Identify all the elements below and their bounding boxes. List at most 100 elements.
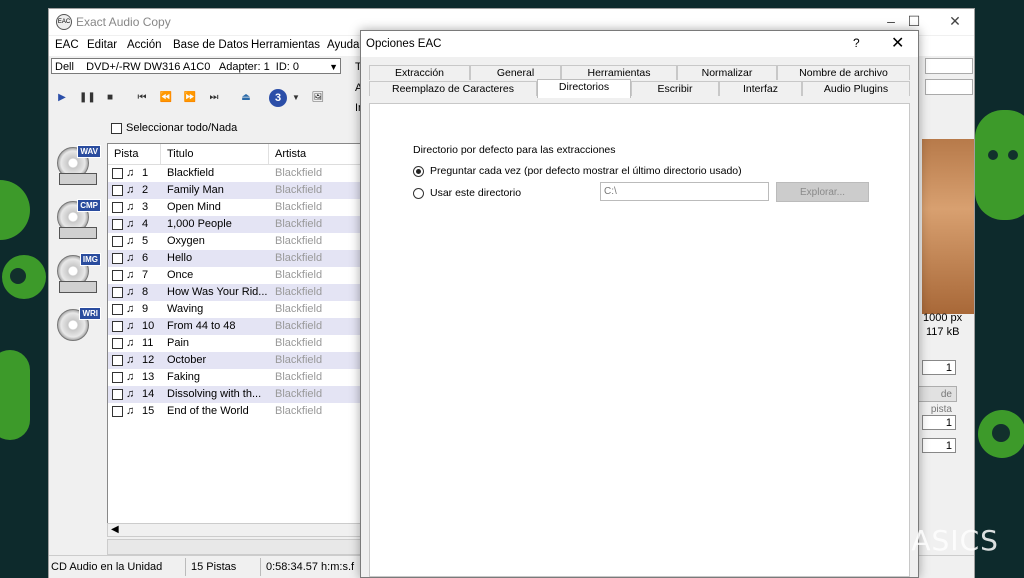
tab-extraccion[interactable]: Extracción — [369, 65, 470, 80]
tab-general[interactable]: General — [470, 65, 561, 80]
cd-text-icon[interactable]: 3 — [269, 89, 287, 107]
table-row[interactable]: ♫ 14 Dissolving with th... Blackfield — [108, 386, 364, 403]
tab-directorios[interactable]: Directorios — [537, 79, 631, 98]
track-number: 12 — [142, 354, 155, 366]
status-track-count: 15 Pistas — [191, 561, 237, 573]
select-all-checkbox[interactable] — [111, 122, 122, 134]
next-icon[interactable]: ⏩ — [183, 91, 197, 105]
tab-escribir[interactable]: Escribir — [631, 81, 719, 96]
track-checkbox[interactable] — [112, 355, 123, 366]
table-row[interactable]: ♫ 6 Hello Blackfield — [108, 250, 364, 267]
track-checkbox[interactable] — [112, 287, 123, 298]
track-number: 11 — [142, 337, 154, 349]
last-track-icon[interactable]: ⏭ — [207, 91, 221, 105]
value-box-3[interactable]: 1 — [922, 438, 956, 453]
tab-herramientas[interactable]: Herramientas — [561, 65, 677, 80]
tab-reemplazo-de-caracteres[interactable]: Reemplazo de Caracteres — [369, 81, 537, 96]
watermark-text: XATAKA BASICS — [768, 523, 999, 557]
value-box-2[interactable]: 1 — [922, 415, 956, 430]
track-checkbox[interactable] — [112, 219, 123, 230]
menu-base-de-datos[interactable]: Base de Datos — [173, 39, 248, 51]
track-checkbox[interactable] — [112, 270, 123, 281]
column-pista[interactable]: Pista — [114, 148, 138, 160]
table-row[interactable]: ♫ 9 Waving Blackfield — [108, 301, 364, 318]
music-note-icon: ♫ — [126, 167, 135, 179]
help-icon[interactable]: ? — [853, 36, 860, 50]
partial-input-2[interactable] — [925, 79, 973, 95]
seek-bar[interactable] — [107, 539, 363, 555]
table-row[interactable]: ♫ 10 From 44 to 48 Blackfield — [108, 318, 364, 335]
browse-button[interactable]: Explorar... — [776, 182, 869, 202]
music-note-icon: ♫ — [126, 218, 135, 230]
radio-use-this-directory[interactable] — [413, 188, 424, 199]
track-checkbox[interactable] — [112, 185, 123, 196]
table-row[interactable]: ♫ 3 Open Mind Blackfield — [108, 199, 364, 216]
dialog-close-icon[interactable]: ✕ — [891, 33, 904, 53]
write-cd-button[interactable]: WRI — [55, 307, 101, 349]
tab-audio-plugins[interactable]: Audio Plugins — [802, 81, 910, 96]
radio-ask-each-time[interactable] — [413, 166, 424, 177]
minimize-button[interactable]: – — [881, 13, 901, 29]
directory-path-input[interactable]: C:\ — [600, 182, 769, 201]
table-row[interactable]: ♫ 4 1,000 People Blackfield — [108, 216, 364, 233]
tab-normalizar[interactable]: Normalizar — [677, 65, 777, 80]
status-duration: 0:58:34.57 h:m:s.f — [266, 561, 355, 573]
maximize-button[interactable]: ☐ — [904, 13, 924, 29]
first-track-icon[interactable]: ⏮ — [135, 91, 149, 105]
pause-icon[interactable]: ❚❚ — [79, 91, 96, 105]
track-checkbox[interactable] — [112, 338, 123, 349]
track-checkbox[interactable] — [112, 304, 123, 315]
track-checkbox[interactable] — [112, 406, 123, 417]
table-row[interactable]: ♫ 15 End of the World Blackfield — [108, 403, 364, 420]
img-tag: IMG — [79, 253, 101, 266]
track-number: 3 — [142, 201, 149, 213]
track-checkbox[interactable] — [112, 372, 123, 383]
tab-interfaz[interactable]: Interfaz — [719, 81, 802, 96]
stop-icon[interactable]: ■ — [103, 91, 117, 105]
scroll-left-icon[interactable]: ◀ — [111, 524, 119, 535]
column-titulo[interactable]: Titulo — [167, 148, 194, 160]
track-checkbox[interactable] — [112, 236, 123, 247]
drive-select[interactable]: Dell DVD+/-RW DW316 A1C0 Adapter: 1 ID: … — [51, 58, 341, 74]
chevron-down-icon[interactable]: ▼ — [289, 91, 303, 105]
column-artista[interactable]: Artista — [275, 148, 306, 160]
table-row[interactable]: ♫ 2 Family Man Blackfield — [108, 182, 364, 199]
use-this-directory-label: Usar este directorio — [430, 187, 522, 199]
track-title: From 44 to 48 — [167, 320, 236, 332]
table-row[interactable]: ♫ 5 Oxygen Blackfield — [108, 233, 364, 250]
track-number: 2 — [142, 184, 149, 196]
tab-nombre-de-archivo[interactable]: Nombre de archivo — [777, 65, 910, 80]
menu-herramientas[interactable]: Herramientas — [251, 39, 320, 51]
drive-options-icon[interactable]: 🖼 — [309, 91, 327, 105]
track-artist: Blackfield — [275, 218, 323, 230]
copy-image-button[interactable]: IMG — [55, 253, 101, 295]
table-row[interactable]: ♫ 1 Blackfield Blackfield — [108, 165, 364, 182]
menu-accion[interactable]: Acción — [127, 39, 162, 51]
table-row[interactable]: ♫ 11 Pain Blackfield — [108, 335, 364, 352]
copy-wav-button[interactable]: WAV — [55, 145, 101, 187]
partial-input-1[interactable] — [925, 58, 973, 74]
track-checkbox[interactable] — [112, 202, 123, 213]
copy-compressed-button[interactable]: CMP — [55, 199, 101, 241]
play-icon[interactable]: ▶ — [55, 91, 69, 105]
horizontal-scrollbar[interactable]: ◀ — [107, 523, 363, 537]
eject-icon[interactable]: ⏏ — [239, 91, 253, 105]
track-checkbox[interactable] — [112, 253, 123, 264]
table-row[interactable]: ♫ 8 How Was Your Rid... Blackfield — [108, 284, 364, 301]
table-row[interactable]: ♫ 13 Faking Blackfield — [108, 369, 364, 386]
track-checkbox[interactable] — [112, 321, 123, 332]
menu-ayuda[interactable]: Ayuda — [327, 39, 359, 51]
track-artist: Blackfield — [275, 286, 323, 298]
track-button[interactable]: de pista — [917, 386, 957, 415]
track-checkbox[interactable] — [112, 168, 123, 179]
menu-editar[interactable]: Editar — [87, 39, 117, 51]
select-all[interactable]: Seleccionar todo/Nada — [111, 122, 237, 134]
value-box-1[interactable]: 1 — [922, 360, 956, 375]
track-title: 1,000 People — [167, 218, 232, 230]
table-row[interactable]: ♫ 12 October Blackfield — [108, 352, 364, 369]
table-row[interactable]: ♫ 7 Once Blackfield — [108, 267, 364, 284]
track-checkbox[interactable] — [112, 389, 123, 400]
previous-icon[interactable]: ⏪ — [159, 91, 173, 105]
close-button[interactable]: ✕ — [945, 13, 965, 29]
menu-eac[interactable]: EAC — [55, 39, 79, 51]
